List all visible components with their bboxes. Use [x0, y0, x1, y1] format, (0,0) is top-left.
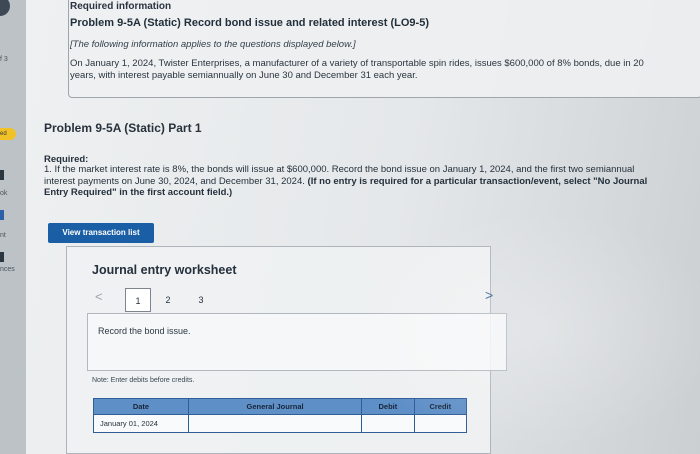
col-header-credit: Credit: [413, 398, 468, 415]
next-arrow-icon[interactable]: >: [485, 287, 493, 303]
part-title: Problem 9-5A (Static) Part 1: [44, 121, 202, 135]
journal-entry-worksheet: Journal entry worksheet < 1 2 3 > Record…: [66, 246, 507, 454]
row-account-input[interactable]: [187, 414, 363, 433]
scenario-text: On January 1, 2024, Twister Enterprises,…: [70, 58, 644, 81]
col-header-debit: Debit: [361, 398, 415, 415]
step-2[interactable]: 2: [155, 288, 181, 312]
prompt-text: Record the bond issue.: [98, 326, 191, 336]
sidebar-marker-3: [0, 252, 4, 262]
step-1[interactable]: 1: [125, 288, 151, 312]
col-header-general-journal: General Journal: [187, 398, 363, 415]
table-row: January 01, 2024: [93, 414, 468, 433]
main-content: Required information Problem 9-5A (Stati…: [26, 0, 700, 454]
debit-credit-note: Note: Enter debits before credits.: [92, 377, 195, 384]
view-transaction-list-button[interactable]: View transaction list: [48, 223, 154, 243]
worksheet-title: Journal entry worksheet: [92, 263, 237, 277]
row-credit-input[interactable]: [413, 414, 468, 433]
required-text: 1. If the market interest rate is 8%, th…: [44, 164, 664, 199]
step-3[interactable]: 3: [188, 288, 214, 312]
sidebar-label-1: f 3: [0, 56, 8, 63]
prev-arrow-icon[interactable]: <: [95, 289, 103, 304]
applies-note: [The following information applies to th…: [70, 39, 356, 50]
sidebar-label-3[interactable]: nt: [0, 232, 6, 239]
sidebar-label-2[interactable]: ok: [0, 190, 7, 197]
row-debit-input[interactable]: [361, 414, 415, 433]
problem-title: Problem 9-5A (Static) Record bond issue …: [70, 17, 429, 29]
prompt-box: Record the bond issue.: [87, 313, 507, 371]
sidebar-marker-2: [0, 210, 4, 220]
sidebar-badge[interactable]: ed: [0, 128, 16, 140]
sidebar-label-4[interactable]: nces: [0, 266, 15, 273]
sidebar-circle-icon: [0, 0, 10, 16]
row-date: January 01, 2024: [93, 414, 189, 433]
journal-table: Date General Journal Debit Credit Januar…: [93, 398, 468, 433]
required-info-heading: Required information: [70, 1, 172, 12]
sidebar-marker-1: [0, 170, 4, 180]
col-header-date: Date: [93, 398, 189, 415]
left-sidebar: f 3 ed ok nt nces: [0, 0, 26, 454]
